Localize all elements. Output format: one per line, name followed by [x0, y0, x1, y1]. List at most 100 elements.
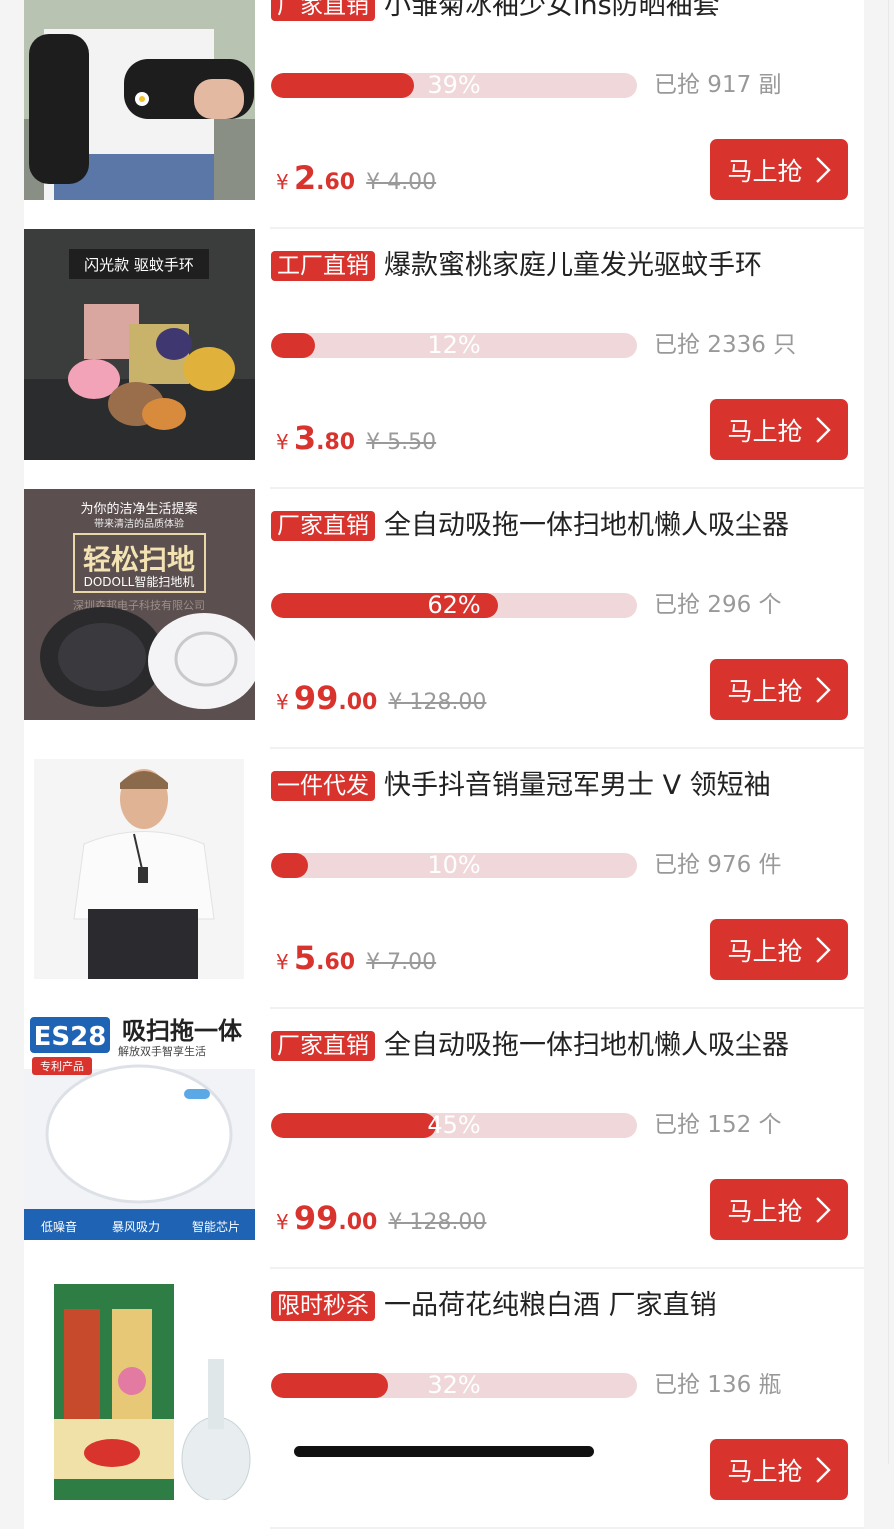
sale-progress-bar: 45%: [271, 1113, 637, 1138]
chevron-right-icon: [815, 1196, 831, 1223]
product-card[interactable]: 厂家直销 小雏菊冰袖少女ins防晒袖套 39% 已抢 917 副 ¥ 2.60 …: [24, 0, 864, 229]
buy-now-button[interactable]: 马上抢: [710, 1179, 848, 1240]
price: ¥ 3.80 ¥ 5.50: [276, 419, 436, 457]
sale-progress-bar: 62%: [271, 593, 637, 618]
sold-count: 已抢 136 瓶: [654, 1372, 782, 1398]
buy-now-button[interactable]: 马上抢: [710, 1439, 848, 1500]
original-price: ¥ 4.00: [366, 170, 437, 195]
currency-symbol: ¥: [276, 430, 289, 454]
sold-count: 已抢 2336 只: [654, 332, 797, 358]
progress-percent: 32%: [427, 1373, 481, 1398]
buy-now-label: 马上抢: [727, 936, 803, 966]
progress-percent: 62%: [427, 593, 481, 618]
image-model: ES28: [34, 1022, 107, 1052]
image-subcaption: 带来清洁的品质体验: [94, 517, 184, 530]
product-tag: 工厂直销: [271, 251, 375, 281]
flash-sale-list: 厂家直销 小雏菊冰袖少女ins防晒袖套 39% 已抢 917 副 ¥ 2.60 …: [24, 0, 864, 1529]
buy-now-label: 马上抢: [727, 156, 803, 186]
price: ¥ 2.60 ¥ 4.00: [276, 159, 436, 197]
progress-percent: 12%: [427, 333, 481, 358]
image-subcaption: 解放双手智享生活: [118, 1044, 206, 1058]
buy-now-button[interactable]: 马上抢: [710, 399, 848, 460]
product-card[interactable]: 限时秒杀 一品荷花纯粮白酒 厂家直销 32% 已抢 136 瓶 马上抢: [24, 1269, 864, 1529]
sold-count: 已抢 976 件: [654, 852, 782, 878]
product-image[interactable]: [24, 1269, 255, 1500]
price: ¥ 5.60 ¥ 7.00: [276, 939, 436, 977]
chevron-right-icon: [815, 676, 831, 703]
image-headline: 轻松扫地: [83, 543, 195, 576]
sale-progress-bar: 32%: [271, 1373, 637, 1398]
price-decimal: .60: [316, 950, 356, 975]
price: ¥ 99.00 ¥ 128.00: [276, 679, 486, 717]
original-price: ¥ 7.00: [366, 950, 437, 975]
product-title: 小雏菊冰袖少女ins防晒袖套: [384, 0, 720, 21]
image-feature: 低噪音: [41, 1219, 77, 1234]
product-card[interactable]: ES28 吸扫拖一体 解放双手智享生活 专利产品 低噪音 暴风吸力 智能芯片 厂…: [24, 1009, 864, 1269]
product-title: 快手抖音销量冠军男士 V 领短袖: [384, 770, 771, 801]
product-title: 全自动吸拖一体扫地机懒人吸尘器: [384, 1030, 789, 1061]
original-price: ¥ 128.00: [388, 1210, 487, 1235]
buy-now-button[interactable]: 马上抢: [710, 919, 848, 980]
product-card[interactable]: 一件代发 快手抖音销量冠军男士 V 领短袖 10% 已抢 976 件 ¥ 5.6…: [24, 749, 864, 1009]
product-image[interactable]: 闪光款 驱蚊手环: [24, 229, 255, 460]
image-feature: 暴风吸力: [112, 1220, 160, 1234]
chevron-right-icon: [815, 1456, 831, 1483]
image-caption: 为你的洁净生活提案: [80, 501, 197, 517]
progress-percent: 10%: [427, 853, 481, 878]
product-tag: 限时秒杀: [271, 1291, 375, 1321]
product-title: 爆款蜜桃家庭儿童发光驱蚊手环: [384, 250, 762, 281]
product-card[interactable]: 为你的洁净生活提案 带来清洁的品质体验 轻松扫地 DODOLL智能扫地机 深圳森…: [24, 489, 864, 749]
sale-progress-bar: 39%: [271, 73, 637, 98]
sold-count: 已抢 917 副: [654, 72, 782, 98]
product-title: 全自动吸拖一体扫地机懒人吸尘器: [384, 510, 789, 541]
buy-now-label: 马上抢: [727, 1456, 803, 1486]
product-image[interactable]: [24, 749, 255, 980]
image-caption: 闪光款 驱蚊手环: [84, 256, 194, 274]
product-card[interactable]: 闪光款 驱蚊手环 工厂直销 爆款蜜桃家庭儿童发光驱蚊手环 12% 已抢 2336…: [24, 229, 864, 489]
price-decimal: .00: [338, 690, 378, 715]
image-badge: 专利产品: [40, 1059, 84, 1073]
price-integer: 99: [293, 679, 339, 717]
product-image[interactable]: [24, 0, 255, 200]
sale-progress-bar: 12%: [271, 333, 637, 358]
progress-percent: 45%: [427, 1113, 481, 1138]
image-feature: 智能芯片: [192, 1219, 240, 1234]
product-tag: 厂家直销: [271, 1031, 375, 1061]
price-decimal: .60: [316, 170, 356, 195]
sold-count: 已抢 152 个: [654, 1112, 782, 1138]
price-integer: 3: [293, 419, 317, 457]
product-image[interactable]: ES28 吸扫拖一体 解放双手智享生活 专利产品 低噪音 暴风吸力 智能芯片: [24, 1009, 255, 1240]
price-decimal: .00: [338, 1210, 378, 1235]
chevron-right-icon: [815, 156, 831, 183]
product-tag: 厂家直销: [271, 0, 375, 21]
product-image[interactable]: 为你的洁净生活提案 带来清洁的品质体验 轻松扫地 DODOLL智能扫地机 深圳森…: [24, 489, 255, 720]
buy-now-button[interactable]: 马上抢: [710, 659, 848, 720]
product-title: 一品荷花纯粮白酒 厂家直销: [384, 1290, 717, 1321]
price-decimal: .80: [316, 430, 356, 455]
currency-symbol: ¥: [276, 690, 289, 714]
currency-symbol: ¥: [276, 950, 289, 974]
product-tag: 厂家直销: [271, 511, 375, 541]
original-price: ¥ 5.50: [366, 430, 437, 455]
price-integer: 5: [293, 939, 317, 977]
home-indicator[interactable]: [294, 1446, 594, 1457]
currency-symbol: ¥: [276, 1210, 289, 1234]
price-integer: 99: [293, 1199, 339, 1237]
image-model: DODOLL智能扫地机: [84, 574, 195, 589]
chevron-right-icon: [815, 416, 831, 443]
buy-now-label: 马上抢: [727, 416, 803, 446]
price: ¥ 99.00 ¥ 128.00: [276, 1199, 486, 1237]
product-tag: 一件代发: [271, 771, 375, 801]
progress-percent: 39%: [427, 73, 481, 98]
original-price: ¥ 128.00: [388, 690, 487, 715]
buy-now-button[interactable]: 马上抢: [710, 139, 848, 200]
buy-now-label: 马上抢: [727, 676, 803, 706]
scroll-track: [888, 0, 894, 1464]
sold-count: 已抢 296 个: [654, 592, 782, 618]
currency-symbol: ¥: [276, 170, 289, 194]
chevron-right-icon: [815, 936, 831, 963]
image-headline: 吸扫拖一体: [122, 1017, 243, 1045]
price-integer: 2: [293, 159, 317, 197]
buy-now-label: 马上抢: [727, 1196, 803, 1226]
sale-progress-bar: 10%: [271, 853, 637, 878]
